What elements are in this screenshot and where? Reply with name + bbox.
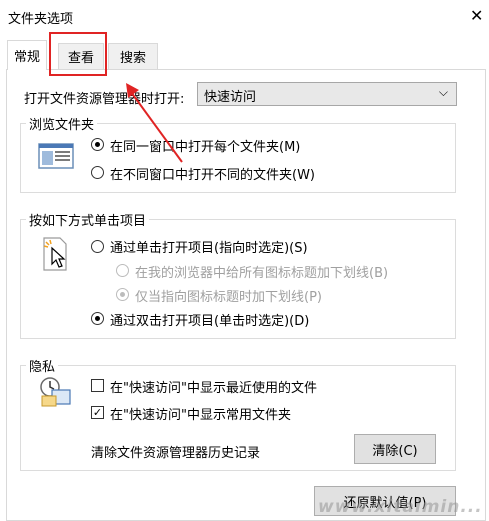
pointer-arrow <box>130 91 183 163</box>
tab-general-label: 常规 <box>13 50 40 65</box>
tab-general[interactable]: 常规 <box>7 40 47 70</box>
highlight-box <box>49 32 107 76</box>
annotation-overlay <box>49 32 183 163</box>
